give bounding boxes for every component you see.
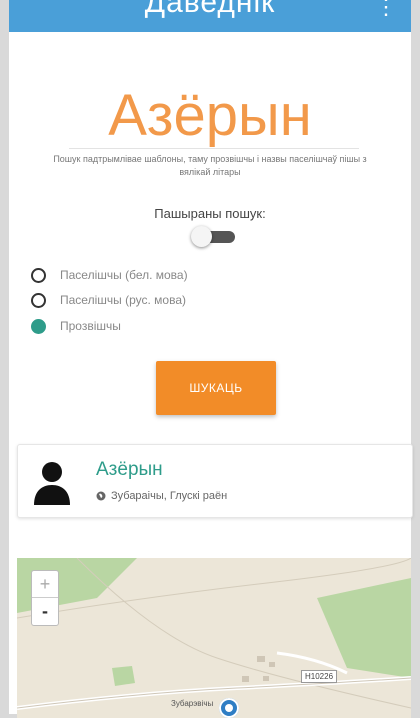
zoom-in-button[interactable]: + bbox=[32, 571, 58, 598]
map-pin-icon[interactable] bbox=[219, 698, 239, 718]
toggle-knob bbox=[191, 226, 212, 247]
radio-label: Паселішчы (бел. мова) bbox=[60, 268, 188, 282]
radio-circle bbox=[31, 267, 46, 283]
result-location-text: Зубараічы, Глускі раён bbox=[111, 490, 228, 502]
radio-option-surnames[interactable]: Прозвішчы bbox=[31, 316, 121, 336]
main-content: Азёрын Пошук падтрымлівае шаблоны, таму … bbox=[9, 32, 413, 718]
place-label: Зубарэвічы bbox=[171, 699, 214, 708]
search-word-title: Азёрын bbox=[108, 83, 312, 148]
right-edge bbox=[411, 0, 420, 718]
result-location: Зубараічы, Глускі раён bbox=[96, 490, 227, 502]
result-card[interactable]: Азёрын Зубараічы, Глускі раён bbox=[17, 444, 413, 518]
radio-circle bbox=[31, 292, 46, 308]
result-title: Азёрын bbox=[96, 459, 163, 480]
advanced-search-toggle[interactable] bbox=[189, 226, 239, 248]
map-tiles bbox=[17, 558, 411, 718]
menu-icon[interactable]: ⋮ bbox=[375, 0, 397, 20]
advanced-search-label: Пашыраны пошук: bbox=[154, 206, 266, 221]
map-pin-dot bbox=[225, 704, 233, 712]
title-underline bbox=[69, 148, 359, 149]
app-bar: Даведнік ⋮ bbox=[9, 0, 411, 32]
search-hint: Пошук падтрымлівае шаблоны, таму прозвіш… bbox=[53, 154, 367, 177]
radio-label: Паселішчы (рус. мова) bbox=[60, 293, 186, 307]
globe-icon bbox=[96, 491, 106, 501]
map-zoom-control: + - bbox=[31, 570, 59, 626]
left-edge bbox=[0, 0, 9, 718]
radio-label: Прозвішчы bbox=[60, 319, 121, 333]
app-title: Даведнік bbox=[144, 0, 276, 19]
search-button[interactable]: ШУКАЦЬ bbox=[156, 361, 276, 415]
radio-option-settlements-be[interactable]: Паселішчы (бел. мова) bbox=[31, 265, 188, 285]
zoom-out-button[interactable]: - bbox=[32, 598, 58, 624]
radio-option-settlements-ru[interactable]: Паселішчы (рус. мова) bbox=[31, 290, 186, 310]
road-label: Н10226 bbox=[301, 670, 338, 683]
person-icon bbox=[34, 462, 70, 505]
radio-circle-selected bbox=[31, 318, 46, 334]
map-view[interactable]: + - Н10226 Зубарэвічы bbox=[17, 558, 411, 718]
